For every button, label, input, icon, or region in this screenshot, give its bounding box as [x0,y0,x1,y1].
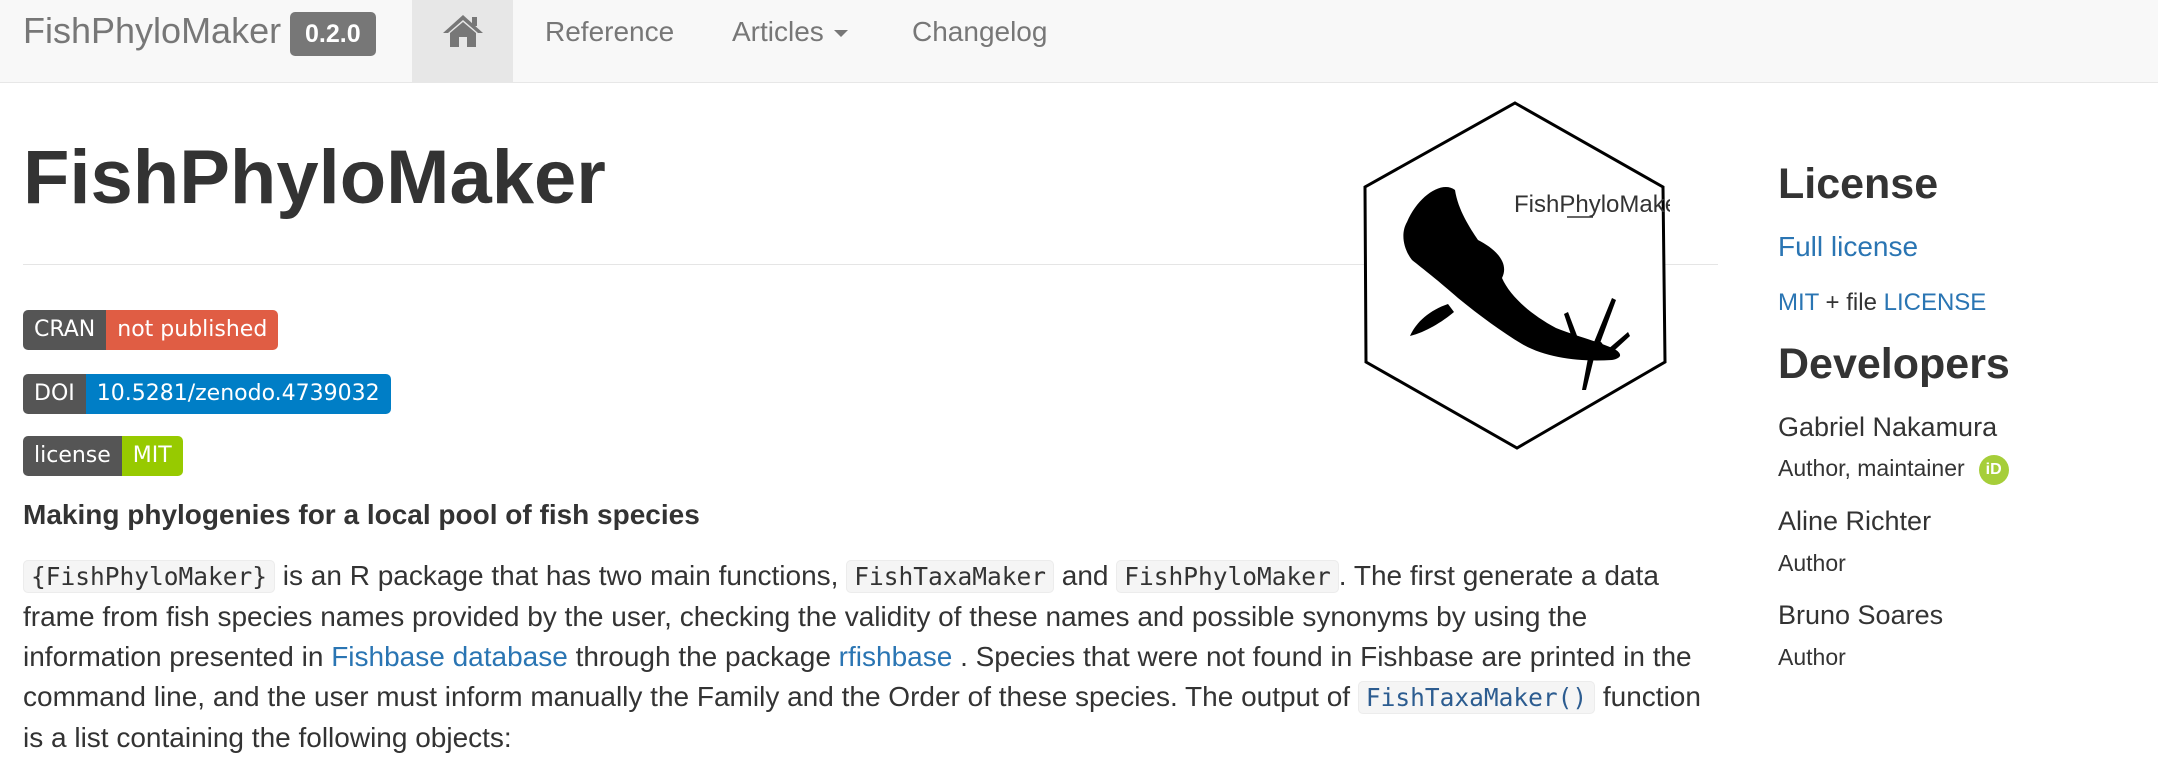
code-link-fishtaxamaker[interactable]: FishTaxaMaker() [1357,681,1596,714]
link-rfishbase[interactable]: rfishbase [839,641,953,672]
para-text-4: through the package [567,641,839,672]
doi-badge[interactable]: DOI 10.5281/zenodo.4739032 [23,374,391,414]
developer-role-text: Author, maintainer [1778,455,1965,482]
para-text-2: and [1053,560,1117,591]
doi-badge-label: DOI [23,374,86,414]
license-line: MIT + file LICENSE [1778,289,1986,317]
nav-articles-label: Articles [732,16,824,47]
cran-badge[interactable]: CRAN not published [23,310,279,350]
orcid-icon[interactable]: iD [1978,455,2009,485]
license-badge-label: license [23,436,122,476]
doi-badge-value: 10.5281/zenodo.4739032 [85,374,391,414]
cran-badge-value: not published [106,310,279,350]
home-icon [443,15,483,47]
license-badge-value: MIT [121,436,183,476]
developer-name: Gabriel Nakamura [1778,412,1998,442]
code-fishphylomaker: FishPhyloMaker [1116,560,1339,593]
license-file-link[interactable]: LICENSE [1884,289,1987,316]
cran-badge-label: CRAN [23,310,107,350]
license-badge[interactable]: license MIT [23,436,183,476]
navbar: FishPhyloMaker 0.2.0 Reference Articles … [0,0,2158,83]
para-text-1: is an R package that has two main functi… [275,560,847,591]
lede: Making phylogenies for a local pool of f… [23,499,700,530]
link-fishbase[interactable]: Fishbase database [331,641,568,672]
nav-home[interactable] [412,0,513,82]
intro-paragraph: {FishPhyloMaker} is an R package that ha… [23,556,1728,758]
developer-role: Author [1778,644,1846,670]
developers-heading: Developers [1778,340,2010,388]
chevron-down-icon [833,30,848,38]
version-badge: 0.2.0 [290,12,376,56]
nav-changelog[interactable]: Changelog [912,16,1047,48]
logo-text: FishPhyloMaker [1514,191,1670,218]
brand-link[interactable]: FishPhyloMaker [23,10,281,52]
code-package: {FishPhyloMaker} [23,560,276,593]
license-heading: License [1778,160,1939,208]
plus-file-text: + file [1818,289,1884,316]
nav-articles[interactable]: Articles [732,16,848,48]
developer-role: Author, maintainer iD [1778,455,2009,485]
code-fishtaxamaker: FishTaxaMaker [846,560,1054,593]
hex-logo: FishPhyloMaker [1363,101,1670,450]
full-license-link[interactable]: Full license [1778,231,1918,263]
nav-reference[interactable]: Reference [545,16,674,48]
developer-name: Bruno Soares [1778,600,1944,630]
developer-name: Aline Richter [1778,506,1932,536]
developer-role: Author [1778,550,1846,576]
mit-link[interactable]: MIT [1778,289,1819,316]
page-title: FishPhyloMaker [23,135,606,220]
